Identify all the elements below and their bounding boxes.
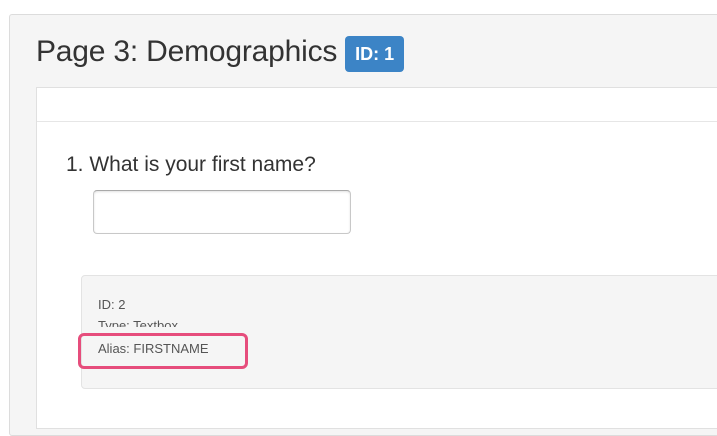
page-body-header-strip xyxy=(37,88,717,122)
first-name-input[interactable] xyxy=(93,190,351,234)
question-title: 1. What is your first name? xyxy=(66,153,316,176)
question-meta-panel xyxy=(81,275,717,389)
page-header: Page 3: Demographics ID: 1 xyxy=(36,32,405,72)
page-id-badge: ID: 1 xyxy=(345,36,405,72)
question-type-text: Type: Textbox xyxy=(98,318,178,327)
question-id-text: ID: 2 xyxy=(98,297,126,312)
page-title: Page 3: Demographics xyxy=(36,35,338,68)
alias-highlight-outline xyxy=(78,333,248,369)
